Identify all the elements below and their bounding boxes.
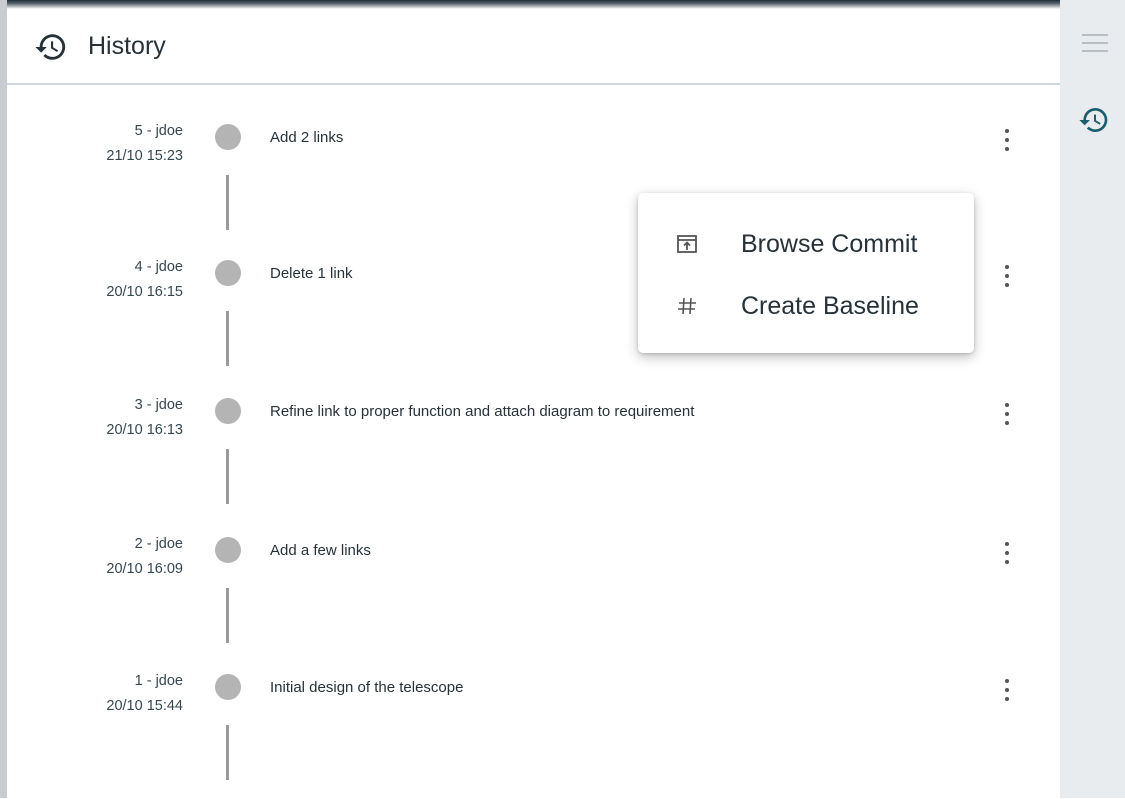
- timeline-line: [226, 588, 229, 643]
- commit-date: 20/10 16:13: [106, 422, 183, 438]
- commit-id-user: 2 - jdoe: [134, 536, 183, 552]
- timeline-dot: [215, 260, 241, 286]
- commit-id-user: 5 - jdoe: [134, 123, 183, 139]
- menu-item-browse-commit[interactable]: Browse Commit: [638, 213, 974, 273]
- more-options-icon[interactable]: [999, 263, 1015, 289]
- commit-context-menu: Browse Commit Create Baseline: [638, 193, 974, 353]
- commit-meta: 4 - jdoe 20/10 16:15: [7, 255, 183, 305]
- more-options-icon[interactable]: [999, 127, 1015, 153]
- timeline-line: [226, 311, 229, 366]
- commit-item[interactable]: 3 - jdoe 20/10 16:13 Refine link to prop…: [7, 393, 1060, 523]
- commit-message: Refine link to proper function and attac…: [270, 403, 695, 420]
- history-panel: History 5 - jdoe 21/10 15:23 Add 2 links…: [7, 9, 1060, 798]
- top-shadow: [7, 0, 1060, 9]
- timeline-dot: [215, 398, 241, 424]
- timeline-line: [226, 175, 229, 230]
- timeline-line: [226, 725, 229, 780]
- timeline-line: [226, 449, 229, 504]
- commit-date: 20/10 16:09: [106, 561, 183, 577]
- panel-header: History: [7, 9, 1060, 85]
- browse-commit-icon: [677, 235, 697, 253]
- timeline-dot: [215, 674, 241, 700]
- commit-id-user: 3 - jdoe: [134, 397, 183, 413]
- commit-date: 20/10 15:44: [106, 698, 183, 714]
- timeline-dot: [215, 124, 241, 150]
- commit-message: Delete 1 link: [270, 265, 353, 282]
- left-border: [0, 0, 7, 798]
- commit-id-user: 1 - jdoe: [134, 673, 183, 689]
- commit-meta: 1 - jdoe 20/10 15:44: [7, 669, 183, 719]
- timeline-dot: [215, 537, 241, 563]
- commit-date: 21/10 15:23: [106, 148, 183, 164]
- more-options-icon[interactable]: [999, 677, 1015, 703]
- panel-title: History: [88, 32, 166, 60]
- menu-item-label: Browse Commit: [741, 230, 918, 258]
- hamburger-menu-icon[interactable]: [1082, 34, 1108, 56]
- history-icon: [35, 34, 66, 60]
- commit-item[interactable]: 2 - jdoe 20/10 16:09 Add a few links: [7, 532, 1060, 662]
- history-icon[interactable]: [1078, 104, 1110, 136]
- commit-message: Add 2 links: [270, 129, 344, 146]
- right-sidebar: [1060, 0, 1125, 798]
- commit-meta: 5 - jdoe 21/10 15:23: [7, 119, 183, 169]
- menu-item-create-baseline[interactable]: Create Baseline: [638, 275, 974, 335]
- more-options-icon[interactable]: [999, 401, 1015, 427]
- commit-date: 20/10 16:15: [106, 284, 183, 300]
- commit-meta: 3 - jdoe 20/10 16:13: [7, 393, 183, 443]
- commit-item[interactable]: 1 - jdoe 20/10 15:44 Initial design of t…: [7, 669, 1060, 799]
- menu-item-label: Create Baseline: [741, 292, 919, 320]
- hash-icon: [678, 297, 696, 315]
- commit-meta: 2 - jdoe 20/10 16:09: [7, 532, 183, 582]
- more-options-icon[interactable]: [999, 540, 1015, 566]
- commit-id-user: 4 - jdoe: [134, 259, 183, 275]
- commit-message: Add a few links: [270, 542, 371, 559]
- commit-message: Initial design of the telescope: [270, 679, 464, 696]
